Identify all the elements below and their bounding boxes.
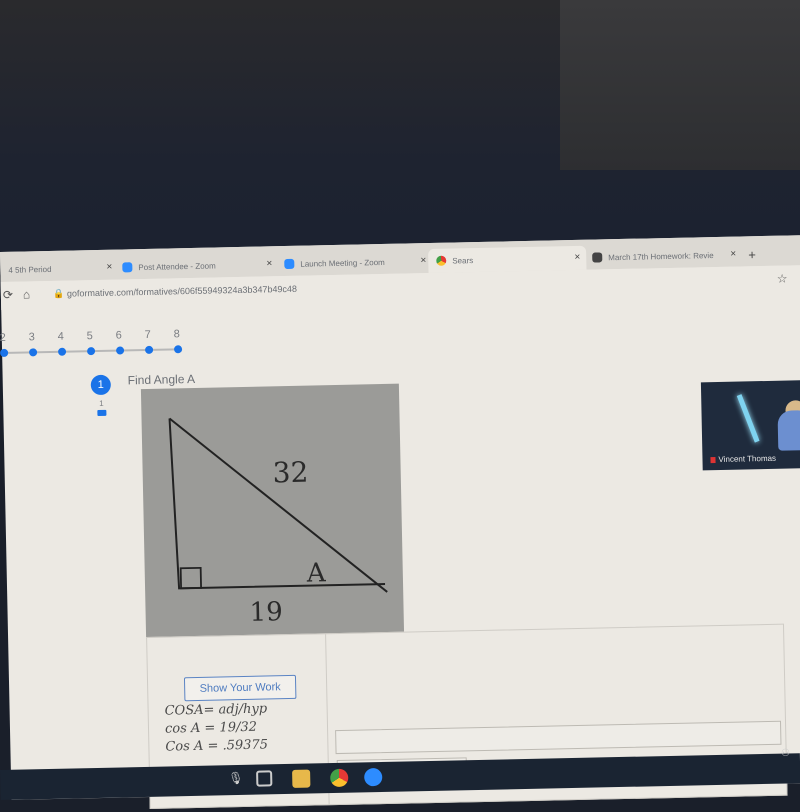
participant-label: Vincent Thomas — [710, 454, 776, 464]
file-explorer-icon[interactable] — [292, 769, 311, 788]
zoom-video-tile[interactable]: Vincent Thomas — [700, 380, 800, 471]
show-your-work-button[interactable]: Show Your Work — [183, 674, 297, 702]
triangle-drawing: 32 A 19 — [168, 417, 388, 628]
bookmark-star-icon[interactable]: ☆ — [777, 272, 788, 286]
close-icon[interactable]: × — [730, 249, 736, 260]
step-dot[interactable] — [145, 345, 154, 354]
step-dot[interactable] — [87, 347, 96, 356]
right-angle-marker — [179, 566, 202, 590]
angle-label: A — [305, 558, 327, 588]
task-view-icon[interactable] — [256, 770, 273, 787]
hypotenuse-label: 32 — [272, 456, 308, 490]
url-field[interactable]: goformative.com/formatives/606f55949324a… — [67, 284, 297, 299]
handwritten-line: Cos A = .59375 — [165, 737, 269, 755]
tab-title: Sears — [452, 255, 474, 266]
zoom-icon — [284, 258, 295, 270]
chrome-icon — [436, 255, 447, 266]
question-sub-number: 1 — [99, 398, 104, 408]
step-label[interactable]: 6 — [112, 329, 126, 341]
tab-sears[interactable]: Sears × — [428, 245, 587, 274]
muted-mic-icon — [710, 456, 716, 463]
close-icon[interactable]: × — [106, 262, 112, 273]
lock-icon: 🔒 — [52, 288, 65, 299]
handwritten-line: cos A = 19/32 — [164, 719, 258, 737]
step-label[interactable]: 7 — [141, 329, 155, 341]
triangle-legs — [168, 418, 386, 590]
step-label[interactable]: 8 — [170, 328, 184, 340]
base-label: 19 — [249, 597, 283, 628]
step-label[interactable]: 5 — [83, 330, 97, 342]
step-dot[interactable] — [29, 348, 38, 357]
tab-launch-meeting[interactable]: Launch Meeting - Zoom × — [276, 249, 432, 276]
question-title: Find Angle A — [127, 371, 196, 388]
new-tab-button[interactable]: + — [740, 242, 768, 267]
zoom-taskbar-icon[interactable] — [364, 767, 383, 787]
participant-name: Vincent Thomas — [718, 453, 777, 464]
comment-icon[interactable] — [97, 409, 107, 416]
tab-5th-period[interactable]: 4 5th Period × — [0, 256, 118, 282]
background-wall — [560, 0, 800, 170]
step-dot[interactable] — [173, 345, 183, 354]
tab-title: 4 5th Period — [8, 264, 52, 275]
triangle-hypotenuse — [168, 417, 388, 593]
handwritten-line: COSA= adj/hyp — [164, 701, 268, 719]
step-label[interactable]: 3 — [25, 331, 39, 343]
question-progress: 2 3 4 5 6 7 8 — [0, 301, 800, 358]
step-dot[interactable] — [116, 346, 125, 355]
chrome-taskbar-icon[interactable] — [330, 768, 349, 788]
tab-title: Post Attendee - Zoom — [138, 260, 216, 272]
tab-march-homework[interactable]: March 17th Homework: Revie × — [584, 242, 742, 269]
step-label[interactable]: 4 — [54, 331, 68, 343]
close-icon[interactable]: × — [420, 255, 426, 266]
tab-title: Launch Meeting - Zoom — [300, 257, 385, 269]
browser-window: 4 5th Period × Post Attendee - Zoom × La… — [0, 234, 800, 809]
participant-body — [777, 410, 800, 451]
home-icon[interactable]: ⌂ — [23, 287, 31, 301]
zoom-icon — [122, 262, 133, 273]
people-icon[interactable]: ⚇ — [781, 748, 790, 759]
triangle-figure: 32 A 19 — [140, 383, 405, 640]
tab-post-attendee[interactable]: Post Attendee - Zoom × — [114, 252, 278, 279]
response-box[interactable] — [335, 720, 782, 755]
question-number-badge[interactable]: 1 — [90, 374, 112, 396]
step-dot[interactable] — [58, 347, 67, 356]
tab-title: March 17th Homework: Revie — [608, 250, 714, 262]
close-icon[interactable]: × — [266, 258, 272, 269]
step-label[interactable]: 2 — [0, 332, 10, 344]
classroom-icon — [592, 252, 603, 263]
reload-icon[interactable]: ⟳ — [3, 288, 13, 302]
step-dot[interactable] — [0, 348, 9, 358]
mic-icon[interactable]: 🎙 — [228, 771, 246, 789]
close-icon[interactable]: × — [574, 252, 580, 263]
lightsaber-image — [736, 394, 760, 443]
